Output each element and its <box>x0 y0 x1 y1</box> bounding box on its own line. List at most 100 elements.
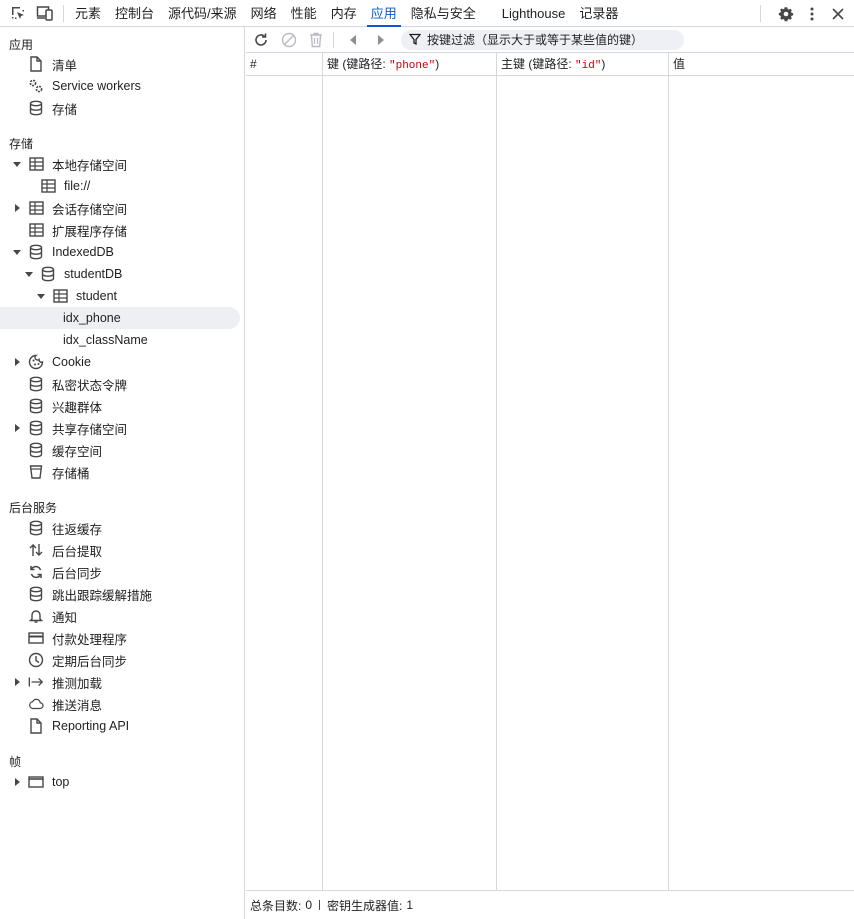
column-header-primary-key[interactable]: 主键 (键路径: "id") <box>497 53 669 75</box>
sidebar-item-back-forward-cache[interactable]: 往返缓存 <box>12 517 102 539</box>
sidebar-item-shared-storage[interactable]: 共享存储空间 <box>12 417 127 439</box>
sidebar-item-bounce-tracking[interactable]: 跳出跟踪缓解措施 <box>12 583 152 605</box>
sidebar-item-label: 通知 <box>52 610 78 625</box>
sidebar-item-speculative-loads[interactable]: 推测加载 <box>12 671 102 693</box>
object-store-data-grid: # 键 (键路径: "phone") 主键 (键路径: "id") 值 <box>246 53 854 891</box>
expand-down-icon[interactable] <box>12 247 22 257</box>
sidebar-item-label: 会话存储空间 <box>52 202 128 217</box>
credit-card-icon <box>28 630 44 646</box>
expand-down-icon[interactable] <box>36 291 46 301</box>
column-header-value[interactable]: 值 <box>669 53 854 75</box>
window-controls <box>776 0 848 27</box>
sidebar-item-student-store[interactable]: student <box>36 285 117 307</box>
sidebar-item-extension-storage[interactable]: 扩展程序存储 <box>12 219 127 241</box>
sidebar-item-periodic-sync[interactable]: 定期后台同步 <box>12 649 127 671</box>
more-vertical-icon[interactable] <box>802 4 822 24</box>
sidebar-item-background-sync[interactable]: 后台同步 <box>12 561 102 583</box>
device-toggle-icon[interactable] <box>35 3 55 23</box>
tab-sources[interactable]: 源代码/来源 <box>161 0 244 27</box>
sidebar-item-session-storage[interactable]: 会话存储空间 <box>12 197 127 219</box>
sidebar-item-local-storage[interactable]: 本地存储空间 <box>12 153 127 175</box>
up-down-arrows-icon <box>28 542 44 558</box>
close-icon[interactable] <box>828 4 848 24</box>
sidebar-item-label: 付款处理程序 <box>52 632 128 647</box>
tab-elements[interactable]: 元素 <box>68 0 108 27</box>
sidebar-item-label: top <box>52 775 70 789</box>
expand-down-icon[interactable] <box>24 269 34 279</box>
previous-page-icon[interactable] <box>343 30 363 50</box>
key-generator-label: 密钥生成器值: <box>327 898 403 913</box>
tab-application[interactable]: 应用 <box>364 0 404 27</box>
expand-down-icon[interactable] <box>12 159 22 169</box>
tab-network[interactable]: 网络 <box>244 0 284 27</box>
sync-icon <box>28 564 44 580</box>
application-sidebar: 应用 清单 Service workers 存储 存储 本地存储空间 file:… <box>0 27 245 919</box>
database-icon <box>28 586 44 602</box>
expand-right-icon[interactable] <box>12 423 22 433</box>
inspect-element-icon[interactable] <box>8 3 28 23</box>
database-icon <box>28 442 44 458</box>
sidebar-item-indexeddb[interactable]: IndexedDB <box>12 241 114 263</box>
arrow-right-bar-icon <box>28 674 44 690</box>
column-header-label: ) <box>435 57 440 71</box>
sidebar-item-service-workers[interactable]: Service workers <box>12 75 141 97</box>
sidebar-item-storage[interactable]: 存储 <box>12 97 77 119</box>
panel-tabs: 元素 控制台 源代码/来源 网络 性能 内存 应用 隐私与安全 Lighthou… <box>68 0 625 27</box>
section-title-application: 应用 <box>9 38 34 52</box>
table-icon <box>28 200 44 216</box>
database-icon <box>28 520 44 536</box>
sidebar-item-label: 存储桶 <box>52 466 90 481</box>
column-divider <box>668 76 669 890</box>
expand-right-icon[interactable] <box>12 203 22 213</box>
tab-performance[interactable]: 性能 <box>284 0 324 27</box>
key-filter-field[interactable] <box>401 30 684 50</box>
sidebar-item-idx-classname[interactable]: idx_className <box>63 329 148 351</box>
sidebar-item-label: 推送消息 <box>52 698 103 713</box>
expand-right-icon[interactable] <box>12 777 22 787</box>
sidebar-item-push-messaging[interactable]: 推送消息 <box>12 693 102 715</box>
total-entries-value: 0 <box>305 898 313 912</box>
delete-icon[interactable] <box>306 30 326 50</box>
tab-console[interactable]: 控制台 <box>108 0 161 27</box>
key-filter-input[interactable] <box>427 33 677 47</box>
sidebar-item-manifest[interactable]: 清单 <box>12 53 77 75</box>
tab-privacy-security[interactable]: 隐私与安全 <box>404 0 483 27</box>
database-icon <box>28 244 44 260</box>
sidebar-item-cookie[interactable]: Cookie <box>12 351 91 373</box>
key-path-value: "phone" <box>389 60 436 72</box>
toolbar-divider <box>333 32 334 48</box>
sidebar-item-file-origin[interactable]: file:// <box>24 175 90 197</box>
clear-icon[interactable] <box>279 30 299 50</box>
sidebar-item-label: 后台同步 <box>52 566 103 581</box>
sidebar-item-label: Reporting API <box>52 719 130 733</box>
gears-icon <box>28 78 44 94</box>
next-page-icon[interactable] <box>371 30 391 50</box>
column-header-index[interactable]: # <box>246 53 323 75</box>
tab-memory[interactable]: 内存 <box>324 0 364 27</box>
cloud-icon <box>28 696 44 712</box>
sidebar-item-label: 兴趣群体 <box>52 400 103 415</box>
sidebar-item-studentdb[interactable]: studentDB <box>24 263 122 285</box>
sidebar-item-storage-buckets[interactable]: 存储桶 <box>12 461 90 483</box>
expand-right-icon[interactable] <box>12 677 22 687</box>
sidebar-item-cache-storage[interactable]: 缓存空间 <box>12 439 102 461</box>
sidebar-item-background-fetch[interactable]: 后台提取 <box>12 539 102 561</box>
sidebar-item-payment-handler[interactable]: 付款处理程序 <box>12 627 127 649</box>
sidebar-item-reporting-api[interactable]: Reporting API <box>12 715 129 737</box>
column-header-key[interactable]: 键 (键路径: "phone") <box>323 53 497 75</box>
sidebar-item-notifications[interactable]: 通知 <box>12 605 77 627</box>
database-icon <box>28 398 44 414</box>
refresh-icon[interactable] <box>251 30 271 50</box>
sidebar-item-interest-groups[interactable]: 兴趣群体 <box>12 395 102 417</box>
tab-recorder[interactable]: 记录器 <box>572 0 625 27</box>
toolbar-divider <box>760 5 761 22</box>
sidebar-item-idx-phone[interactable]: idx_phone <box>0 307 240 329</box>
tab-lighthouse[interactable]: Lighthouse <box>495 0 573 27</box>
expand-right-icon[interactable] <box>12 357 22 367</box>
document-icon <box>28 56 44 72</box>
sidebar-item-top-frame[interactable]: top <box>12 771 69 793</box>
devtools-tab-bar: 元素 控制台 源代码/来源 网络 性能 内存 应用 隐私与安全 Lighthou… <box>0 0 854 27</box>
sidebar-item-private-state-tokens[interactable]: 私密状态令牌 <box>12 373 127 395</box>
frame-window-icon <box>28 774 44 790</box>
settings-gear-icon[interactable] <box>776 4 796 24</box>
